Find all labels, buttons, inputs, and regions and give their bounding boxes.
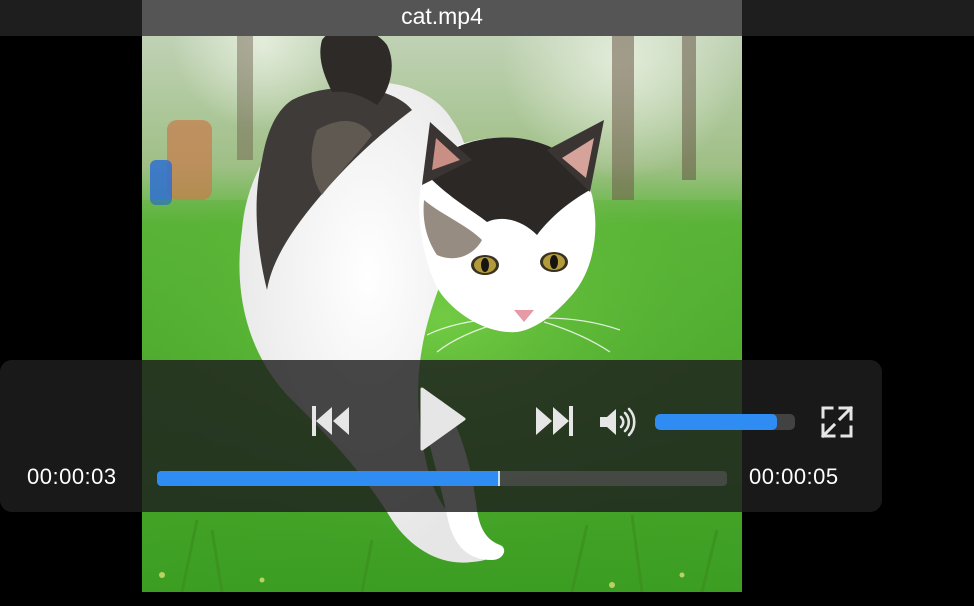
volume-button[interactable] xyxy=(598,406,638,438)
seek-bar[interactable] xyxy=(157,471,727,486)
fullscreen-button[interactable] xyxy=(820,405,854,439)
playback-controls: 00:00:03 00:00:05 xyxy=(0,360,882,512)
window-title: cat.mp4 xyxy=(401,3,483,29)
seek-handle[interactable] xyxy=(498,471,500,486)
play-button[interactable] xyxy=(418,386,466,452)
fullscreen-icon xyxy=(820,405,854,439)
skip-back-button[interactable] xyxy=(311,404,351,438)
volume-level xyxy=(655,414,777,430)
volume-slider[interactable] xyxy=(655,414,795,430)
skip-forward-button[interactable] xyxy=(534,404,574,438)
video-player-window: cat.mp4 00:00:03 00:00:05 xyxy=(0,0,974,606)
skip-back-icon xyxy=(312,406,349,436)
play-icon xyxy=(420,387,466,451)
total-time: 00:00:05 xyxy=(749,464,839,489)
seek-progress xyxy=(157,471,499,486)
speaker-volume-icon xyxy=(600,407,636,437)
skip-forward-icon xyxy=(536,406,573,436)
elapsed-time: 00:00:03 xyxy=(27,464,117,489)
